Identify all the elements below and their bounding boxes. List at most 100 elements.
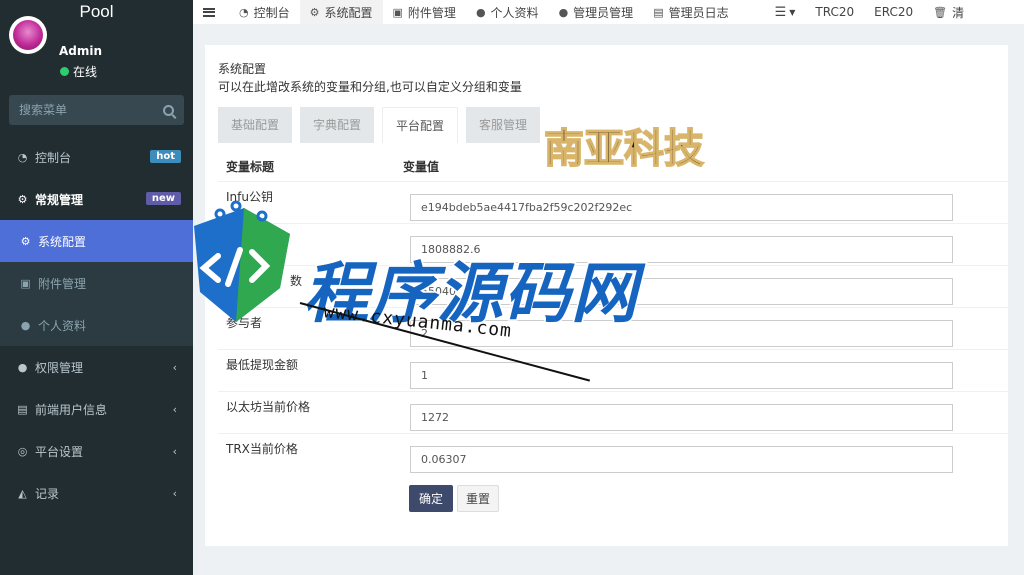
- sidebar-item-label: 前端用户信息: [35, 402, 108, 417]
- header-title: 变量标题: [226, 159, 275, 174]
- sidebar-item-frontend-users[interactable]: ▤ 前端用户信息 ‹: [0, 388, 193, 430]
- value-input[interactable]: [410, 362, 953, 389]
- nav-tab-label: 控制台: [253, 5, 290, 20]
- tab-dashboard[interactable]: ◔ 控制台: [229, 0, 300, 24]
- sidebar-item-label: 附件管理: [38, 276, 87, 291]
- brand-logo-watermark: 南亚科技: [543, 124, 705, 173]
- nav-tab-label: 系统配置: [324, 5, 373, 20]
- user-icon: ●: [475, 5, 486, 19]
- user-icon: ●: [20, 318, 31, 332]
- sidebar-item-profile[interactable]: ● 个人资料: [0, 304, 193, 346]
- sidebar-item-label: 平台设置: [35, 444, 84, 459]
- nav-erc20[interactable]: ERC20: [864, 0, 923, 24]
- search-input[interactable]: [19, 103, 159, 117]
- area-chart-icon: ◭: [18, 486, 27, 500]
- tab-platform-config[interactable]: 平台配置: [382, 107, 459, 143]
- dashboard-icon: ◔: [17, 150, 28, 164]
- sidebar: Pool Admin 在线 ◔ 控制台 hot ⚙ 常规管理 new ⚙ 系统配…: [0, 0, 193, 575]
- users-icon: ●: [17, 360, 28, 374]
- sidebar-item-dashboard[interactable]: ◔ 控制台 hot: [0, 136, 193, 178]
- nav-tab-label: 管理员管理: [573, 5, 634, 20]
- value-input[interactable]: [410, 446, 953, 473]
- sidebar-item-label: 控制台: [35, 150, 72, 165]
- sidebar-item-label: 权限管理: [35, 360, 84, 375]
- sidebar-item-permissions[interactable]: ● 权限管理 ‹: [0, 346, 193, 388]
- confirm-button[interactable]: 确定: [409, 485, 453, 512]
- page-description: 可以在此增改系统的变量和分组,也可以自定义分组和变量: [218, 80, 522, 94]
- header-value: 变量值: [403, 159, 440, 174]
- circle-dot-icon: ◎: [17, 444, 28, 458]
- user-status-label: 在线: [73, 65, 98, 79]
- svg-text:南亚科技: 南亚科技: [544, 125, 704, 172]
- bars-icon: ☰: [774, 4, 787, 20]
- tab-system-config[interactable]: ⚙ 系统配置: [299, 0, 383, 24]
- reset-button[interactable]: 重置: [457, 485, 499, 512]
- sidebar-item-system-config[interactable]: ⚙ 系统配置: [0, 220, 193, 262]
- sidebar-item-general[interactable]: ⚙ 常规管理 new: [0, 178, 193, 220]
- table-row: 以太坊当前价格: [218, 391, 1008, 433]
- caret-down-icon: ▼: [789, 7, 796, 17]
- new-badge: new: [145, 192, 181, 205]
- table-row: Infu公钥: [218, 181, 1008, 223]
- avatar[interactable]: [9, 16, 47, 54]
- row-label: 以太坊当前价格: [226, 400, 311, 414]
- cogs-icon: ⚙: [17, 192, 28, 206]
- sidebar-item-label: 记录: [35, 486, 60, 501]
- address-book-icon: ▤: [17, 402, 28, 416]
- dashboard-icon: ◔: [239, 5, 249, 19]
- sidebar-item-label: 个人资料: [38, 318, 87, 333]
- sidebar-item-label: 系统配置: [38, 234, 87, 249]
- tab-dictionary-config[interactable]: 字典配置: [300, 107, 375, 143]
- sidebar-item-records[interactable]: ◭ 记录 ‹: [0, 472, 193, 514]
- gear-icon: ⚙: [20, 234, 31, 248]
- nav-trc20[interactable]: TRC20: [805, 0, 864, 24]
- user-status: 在线: [60, 63, 97, 80]
- sidebar-item-attachments[interactable]: ▣ 附件管理: [0, 262, 193, 304]
- sidebar-toggle[interactable]: [193, 0, 229, 24]
- nav-clear[interactable]: 🗑 清: [923, 0, 974, 24]
- page-title: 系统配置: [218, 62, 267, 76]
- table-row: TRX当前价格: [218, 433, 1008, 475]
- sidebar-item-label: 常规管理: [35, 192, 84, 207]
- nav-right-label: TRC20: [815, 5, 855, 19]
- sidebar-search: [9, 95, 184, 125]
- tab-profile[interactable]: ● 个人资料: [466, 0, 549, 24]
- nav-more-dropdown[interactable]: ☰ ▼: [765, 0, 806, 24]
- user-name: Admin: [59, 44, 103, 58]
- trash-icon: 🗑: [933, 5, 948, 19]
- hot-badge: hot: [150, 150, 181, 163]
- search-icon[interactable]: [163, 104, 174, 116]
- chevron-left-icon: ‹: [172, 403, 177, 416]
- nav-tab-label: 个人资料: [490, 5, 539, 20]
- image-icon: ▣: [392, 5, 403, 19]
- sidebar-item-platform-settings[interactable]: ◎ 平台设置 ‹: [0, 430, 193, 472]
- row-label: 最低提现金额: [226, 358, 299, 372]
- chevron-left-icon: ‹: [172, 361, 177, 374]
- chevron-left-icon: ‹: [172, 445, 177, 458]
- value-input[interactable]: [410, 194, 953, 221]
- table-row: 最低提现金额: [218, 349, 1008, 391]
- tab-customer-service[interactable]: 客服管理: [466, 107, 541, 143]
- unicorn-avatar-icon: [13, 20, 43, 50]
- top-navbar: ◔ 控制台 ⚙ 系统配置 ▣ 附件管理 ● 个人资料 ● 管理员管理 ▤ 管理员日志 ☰ ▼ …: [193, 0, 1024, 24]
- code-shield-icon: [194, 200, 290, 322]
- hamburger-icon: [203, 7, 215, 17]
- chevron-left-icon: ‹: [172, 487, 177, 500]
- nav-tab-label: 附件管理: [407, 5, 456, 20]
- image-icon: ▣: [20, 276, 31, 290]
- user-icon: ●: [558, 5, 569, 19]
- tab-basic-config[interactable]: 基础配置: [218, 107, 293, 143]
- gear-icon: ⚙: [309, 5, 320, 19]
- tab-attachments[interactable]: ▣ 附件管理: [383, 0, 466, 24]
- config-tabs: 基础配置 字典配置 平台配置 客服管理: [218, 107, 541, 143]
- row-label: TRX当前价格: [226, 442, 298, 456]
- nav-tab-label: 管理员日志: [668, 5, 729, 20]
- nav-right-label: ERC20: [874, 5, 914, 19]
- value-input[interactable]: [410, 404, 953, 431]
- sidebar-menu: ◔ 控制台 hot ⚙ 常规管理 new ⚙ 系统配置 ▣ 附件管理 ● 个人资…: [0, 136, 193, 514]
- nav-right-label: 清: [952, 5, 965, 20]
- list-alt-icon: ▤: [653, 5, 664, 19]
- tab-admin-log[interactable]: ▤ 管理员日志: [643, 0, 738, 24]
- tab-admin-manage[interactable]: ● 管理员管理: [549, 0, 644, 24]
- online-dot-icon: [60, 67, 69, 76]
